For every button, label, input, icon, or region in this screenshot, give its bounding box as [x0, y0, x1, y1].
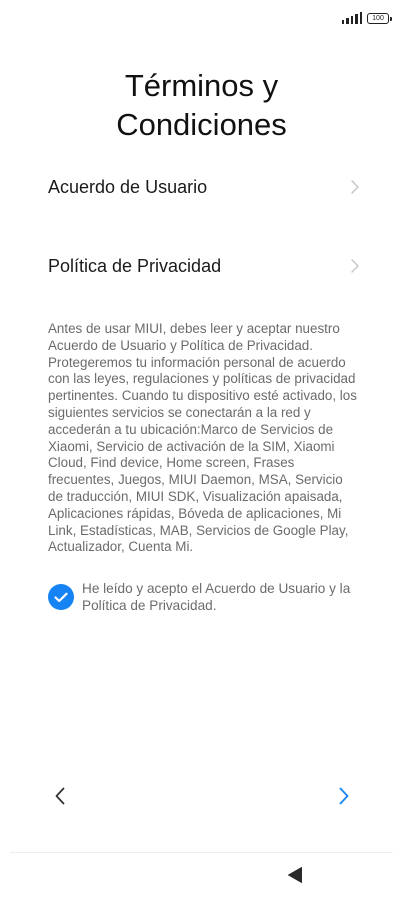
checkmark-icon [54, 592, 68, 602]
triangle-back-icon[interactable] [287, 866, 303, 884]
chevron-right-icon [351, 259, 359, 273]
nav-divider [10, 852, 393, 853]
next-button[interactable] [332, 784, 356, 808]
page-title: Términos y Condiciones [116, 68, 287, 142]
consent-checkbox[interactable] [48, 584, 74, 610]
terms-description: Antes de usar MIUI, debes leer y aceptar… [48, 321, 357, 555]
menu-item-user-agreement[interactable]: Acuerdo de Usuario [48, 167, 359, 207]
status-bar: 100 [342, 10, 392, 26]
menu-item-privacy-policy[interactable]: Política de Privacidad [48, 246, 359, 286]
chevron-right-icon [351, 180, 359, 194]
consent-row: He leído y acepto el Acuerdo de Usuario … [48, 581, 360, 615]
battery-icon: 100 [367, 12, 392, 24]
consent-label: He leído y acepto el Acuerdo de Usuario … [82, 581, 351, 613]
chevron-right-icon [339, 787, 349, 805]
back-button[interactable] [48, 784, 72, 808]
signal-bars-icon [342, 12, 362, 24]
menu-item-label: Política de Privacidad [48, 255, 222, 276]
menu-item-label: Acuerdo de Usuario [48, 176, 208, 197]
chevron-left-icon [55, 787, 65, 805]
battery-level: 100 [372, 14, 384, 22]
